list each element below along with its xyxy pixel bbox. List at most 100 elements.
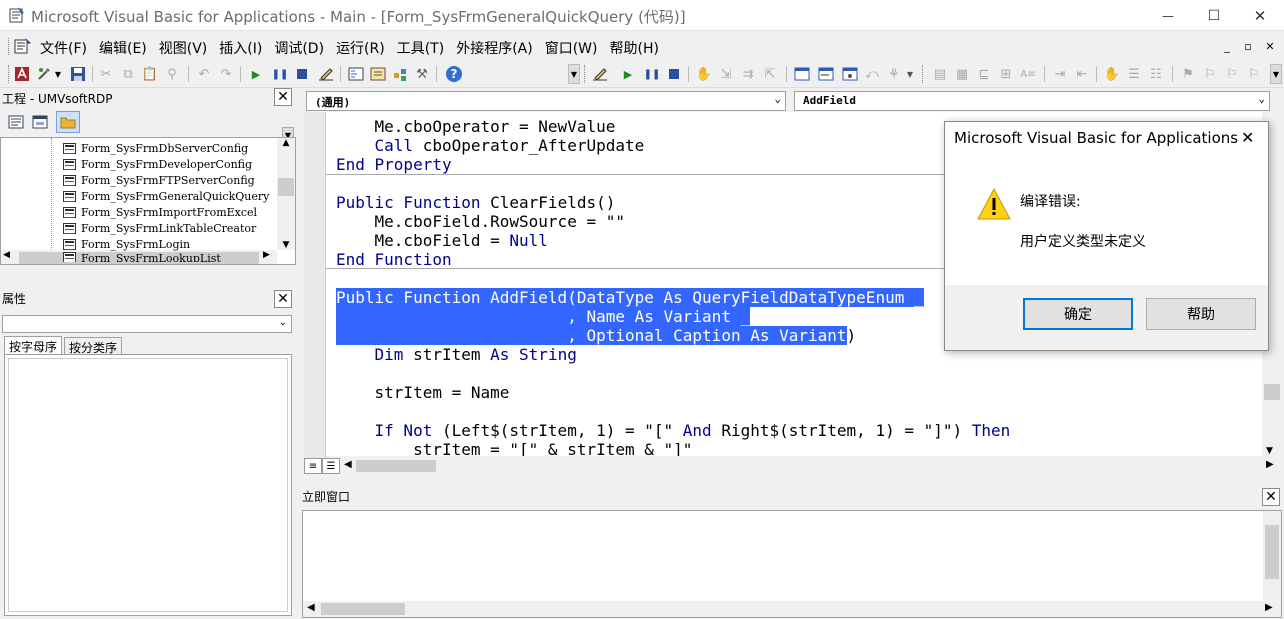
outdent-icon[interactable]: ⇤	[1072, 64, 1092, 84]
minimize-button[interactable]: —	[1145, 0, 1191, 31]
immediate-vscroll[interactable]	[1263, 511, 1281, 601]
properties-object-select[interactable]: ⌄	[2, 315, 292, 333]
project-explorer-icon[interactable]	[346, 64, 366, 84]
menubar-grip[interactable]	[8, 38, 11, 55]
menu-insert[interactable]: 插入(I)	[213, 36, 268, 60]
tree-item[interactable]: Form_SysFrmLookupList	[63, 252, 221, 262]
tree-item[interactable]: Form_SysFrmFTPServerConfig	[63, 172, 255, 188]
menu-help[interactable]: 帮助(H)	[604, 36, 665, 60]
reset-icon[interactable]	[292, 64, 312, 84]
toolbar-overflow-button[interactable]: ▼	[1270, 64, 1282, 84]
scroll-up-icon[interactable]: ▲	[277, 138, 295, 154]
design-mode-icon-2[interactable]	[590, 64, 610, 84]
quick-watch-icon[interactable]: ⤺	[862, 64, 882, 84]
view-code-icon[interactable]	[6, 112, 26, 132]
scroll-thumb[interactable]	[1264, 384, 1280, 400]
code-line[interactable]: Dim strItem As String	[336, 345, 577, 364]
step-over-icon[interactable]: ⇉	[738, 64, 758, 84]
procedure-view-icon[interactable]: ≡	[304, 458, 322, 474]
tree-item-selected[interactable]: Form_SysFrmGeneralQuickQuery	[63, 188, 269, 204]
maximize-button[interactable]: ☐	[1191, 0, 1237, 31]
scroll-left-icon[interactable]: ◀	[344, 459, 352, 470]
chevron-down-icon[interactable]: ▼	[52, 64, 64, 84]
immediate-window-close-button[interactable]: ✕	[1262, 488, 1280, 506]
scroll-down-icon[interactable]: ▼	[1266, 446, 1273, 456]
menu-view[interactable]: 视图(V)	[153, 36, 214, 60]
menu-edit[interactable]: 编辑(E)	[93, 36, 153, 60]
procedure-combo[interactable]: AddField ⌄	[794, 91, 1270, 111]
tree-item[interactable]: Form_SysFrmDeveloperConfig	[63, 156, 252, 172]
find-icon[interactable]: ⚲	[162, 64, 182, 84]
scroll-right-icon[interactable]: ▶	[1265, 602, 1273, 613]
view-access-icon[interactable]	[12, 64, 32, 84]
locals-window-icon[interactable]	[792, 64, 812, 84]
step-out-icon[interactable]: ⇱	[760, 64, 780, 84]
properties-grid[interactable]	[4, 354, 292, 616]
scroll-left-icon[interactable]: ◀	[307, 602, 315, 613]
menu-addins[interactable]: 外接程序(A)	[450, 36, 539, 60]
scroll-right-icon[interactable]: ▶	[263, 250, 270, 260]
menu-window[interactable]: 窗口(W)	[539, 36, 604, 60]
code-line[interactable]: Me.cboField.RowSource = ""	[336, 212, 625, 231]
break-icon[interactable]: ❚❚	[270, 64, 290, 84]
tab-categorized[interactable]: 按分类序	[64, 337, 123, 355]
toolbox-icon[interactable]: ⚒	[412, 64, 432, 84]
help-icon[interactable]: ?	[444, 64, 464, 84]
properties-window-icon[interactable]	[368, 64, 388, 84]
indent-icon[interactable]: ⇥	[1050, 64, 1070, 84]
run-icon-2[interactable]: ▶	[618, 64, 638, 84]
toolbar-grip[interactable]	[584, 65, 587, 83]
undo-icon[interactable]: ↶	[194, 64, 214, 84]
toolbar-grip[interactable]	[922, 65, 925, 83]
uncomment-block-icon[interactable]: ☷	[1146, 64, 1166, 84]
scroll-thumb[interactable]	[278, 178, 294, 196]
object-combo[interactable]: (通用) ⌄	[306, 91, 786, 111]
ok-button[interactable]: 确定	[1023, 298, 1133, 330]
cut-icon[interactable]: ✂	[96, 64, 116, 84]
previous-bookmark-icon[interactable]: ⚐	[1222, 64, 1242, 84]
menu-run[interactable]: 运行(R)	[330, 36, 391, 60]
quick-info-icon[interactable]: ⊑	[974, 64, 994, 84]
watch-window-icon[interactable]	[840, 64, 860, 84]
run-icon[interactable]: ▶	[246, 64, 266, 84]
toggle-breakpoint-icon-2[interactable]: ✋	[1102, 64, 1122, 84]
code-line[interactable]: strItem = Name	[336, 383, 510, 402]
margin-indicator-bar[interactable]	[304, 112, 326, 458]
toggle-folders-icon[interactable]	[56, 111, 80, 133]
next-bookmark-icon[interactable]: ⚐	[1200, 64, 1220, 84]
tree-item[interactable]: Form_SysFrmLinkTableCreator	[63, 220, 256, 236]
vba-doc-icon[interactable]	[14, 38, 32, 54]
mdi-minimize-button[interactable]: _	[1218, 33, 1236, 59]
code-line[interactable]: , Optional Caption As Variant)	[336, 326, 856, 345]
copy-icon[interactable]: ⧉	[118, 64, 138, 84]
scroll-left-icon[interactable]: ◀	[3, 250, 10, 260]
list-properties-icon[interactable]: ▤	[930, 64, 950, 84]
view-object-icon[interactable]	[30, 112, 50, 132]
paste-icon[interactable]: 📋	[140, 64, 160, 84]
complete-word-icon[interactable]: A≡	[1018, 64, 1038, 84]
list-constants-icon[interactable]: ▦	[952, 64, 972, 84]
tab-alphabetic[interactable]: 按字母序	[4, 336, 63, 355]
toolbar-overflow-button[interactable]: ▼	[568, 64, 580, 84]
code-line[interactable]: Call cboOperator_AfterUpdate	[336, 136, 645, 155]
code-line[interactable]: End Property	[336, 155, 452, 174]
comment-block-icon[interactable]: ☰	[1124, 64, 1144, 84]
toggle-breakpoint-icon[interactable]: ✋	[694, 64, 714, 84]
tree-item[interactable]: Form_SysFrmImportFromExcel	[63, 204, 257, 220]
project-explorer-close-button[interactable]: ✕	[274, 88, 292, 106]
toggle-bookmark-icon[interactable]: ⚑	[1178, 64, 1198, 84]
help-button[interactable]: 帮助	[1146, 298, 1256, 330]
code-line[interactable]: End Function	[336, 250, 452, 269]
code-line[interactable]: If Not (Left$(strItem, 1) = "[" And Righ…	[336, 421, 1011, 440]
tree-item[interactable]: Form_SysFrmDbServerConfig	[63, 140, 248, 156]
reset-icon-2[interactable]	[664, 64, 684, 84]
scroll-thumb[interactable]	[1265, 525, 1279, 579]
step-into-icon[interactable]: ⇲	[716, 64, 736, 84]
insert-object-icon[interactable]	[34, 64, 54, 84]
break-icon-2[interactable]: ❚❚	[642, 64, 662, 84]
scroll-right-icon[interactable]: ▶	[1266, 459, 1274, 470]
menu-debug[interactable]: 调试(D)	[268, 36, 330, 60]
close-button[interactable]: ✕	[1237, 0, 1283, 31]
scroll-thumb[interactable]	[321, 603, 405, 615]
code-line[interactable]: Public Function ClearFields()	[336, 193, 615, 212]
